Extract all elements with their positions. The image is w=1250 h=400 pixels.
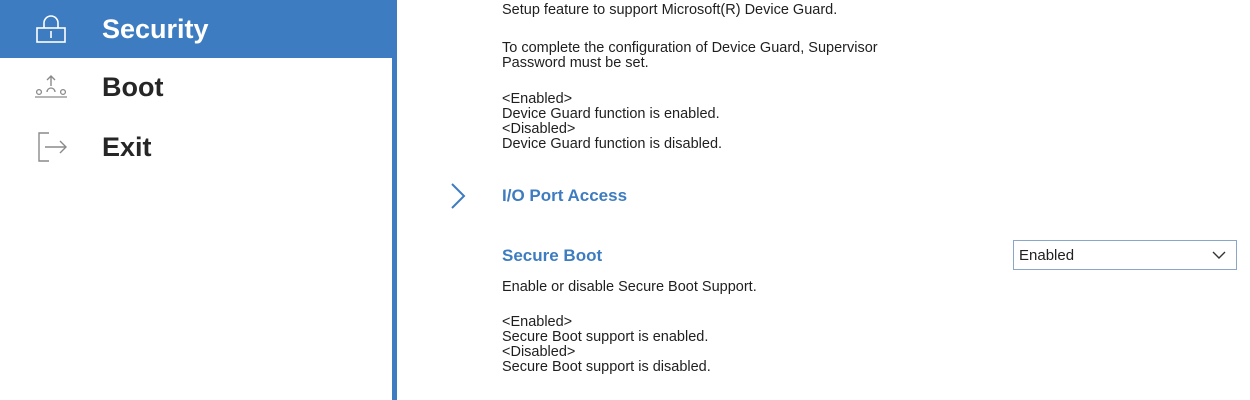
device-guard-options: <Enabled> Device Guard function is enabl…	[502, 91, 723, 152]
device-guard-note: To complete the configuration of Device …	[502, 40, 878, 71]
sidebar-item-label: Security	[102, 13, 209, 44]
sidebar-item-boot[interactable]: Boot	[0, 58, 392, 116]
device-guard-description: Setup feature to support Microsoft(R) De…	[502, 2, 838, 18]
sidebar-item-exit[interactable]: Exit	[0, 118, 392, 176]
sidebar-item-security[interactable]: Security	[0, 0, 392, 58]
boot-icon	[33, 69, 69, 105]
secure-boot-select-value: Enabled	[1019, 246, 1075, 264]
sidebar-item-label: Boot	[102, 71, 164, 102]
exit-icon	[33, 129, 69, 165]
chevron-right-icon[interactable]	[447, 181, 469, 211]
chevron-down-icon	[1212, 251, 1226, 259]
secure-boot-select[interactable]: Enabled	[1013, 240, 1237, 270]
main-content: Setup feature to support Microsoft(R) De…	[397, 0, 1250, 400]
secure-boot-description: Enable or disable Secure Boot Support.	[502, 279, 757, 295]
lock-icon	[33, 11, 69, 47]
secure-boot-options: <Enabled> Secure Boot support is enabled…	[502, 314, 711, 375]
secure-boot-title: Secure Boot	[502, 246, 603, 265]
sidebar: Security Boot Exit	[0, 0, 392, 400]
io-port-access-link[interactable]: I/O Port Access	[502, 186, 627, 206]
sidebar-item-label: Exit	[102, 131, 152, 162]
